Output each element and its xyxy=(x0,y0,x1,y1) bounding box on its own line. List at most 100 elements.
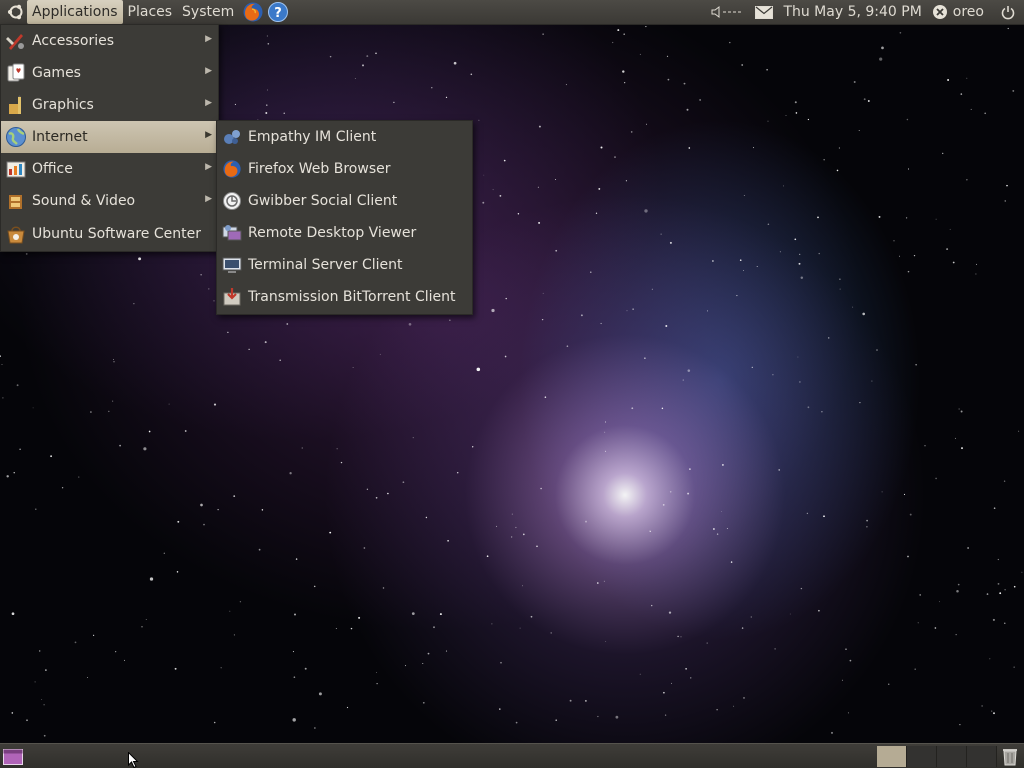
star xyxy=(666,55,669,58)
star xyxy=(544,396,547,398)
star xyxy=(739,259,742,262)
clock[interactable]: Thu May 5, 9:40 PM xyxy=(783,4,921,20)
star xyxy=(644,357,646,359)
power-icon[interactable] xyxy=(1001,5,1015,20)
star xyxy=(690,677,692,679)
user-status-icon[interactable] xyxy=(932,4,948,20)
star xyxy=(993,507,996,510)
star xyxy=(515,721,518,724)
submenu-item-terminal-server[interactable]: Terminal Server Client xyxy=(217,249,472,281)
menu-item-graphics[interactable]: Graphics ▶ xyxy=(1,89,218,121)
submenu-item-firefox[interactable]: Firefox Web Browser xyxy=(217,153,472,185)
menu-item-ubuntu-software-center[interactable]: Ubuntu Software Center xyxy=(1,217,218,251)
star xyxy=(354,78,356,80)
accessories-icon xyxy=(5,30,27,52)
star xyxy=(617,29,620,32)
firefox-launcher-icon[interactable] xyxy=(242,1,264,23)
workspace-switcher xyxy=(877,746,997,767)
workspace-2[interactable] xyxy=(907,746,937,767)
star xyxy=(595,212,598,214)
places-menu[interactable]: Places xyxy=(123,0,178,24)
menu-item-office[interactable]: Office ▶ xyxy=(1,153,218,185)
star xyxy=(743,195,745,196)
star xyxy=(966,179,968,181)
submenu-item-label: Terminal Server Client xyxy=(248,257,403,273)
star xyxy=(853,81,856,83)
star xyxy=(2,397,4,399)
username-label[interactable]: oreo xyxy=(953,4,984,20)
submenu-item-gwibber[interactable]: Gwibber Social Client xyxy=(217,185,472,217)
menu-item-accessories[interactable]: Accessories ▶ xyxy=(1,25,218,57)
star xyxy=(346,706,349,709)
star xyxy=(294,613,296,616)
star xyxy=(486,555,489,558)
star xyxy=(39,650,41,652)
star xyxy=(939,601,940,603)
star xyxy=(45,669,47,671)
star xyxy=(699,99,701,101)
applications-menu[interactable]: Applications xyxy=(27,0,123,24)
system-menu[interactable]: System xyxy=(177,0,239,24)
star xyxy=(208,288,210,290)
star xyxy=(32,407,34,409)
menu-item-games[interactable]: Games ▶ xyxy=(1,57,218,89)
star xyxy=(827,337,830,339)
star xyxy=(767,223,770,226)
submenu-item-remote-desktop[interactable]: Remote Desktop Viewer xyxy=(217,217,472,249)
star xyxy=(871,380,873,382)
submenu-item-transmission[interactable]: Transmission BitTorrent Client xyxy=(217,281,472,313)
star xyxy=(61,487,64,489)
star xyxy=(90,411,92,413)
empathy-icon xyxy=(221,126,243,148)
mail-indicator-icon[interactable] xyxy=(755,5,774,19)
star xyxy=(863,98,866,101)
star xyxy=(264,341,267,344)
workspace-3[interactable] xyxy=(937,746,967,767)
terminal-server-icon xyxy=(221,254,243,276)
star xyxy=(515,526,517,529)
star xyxy=(239,601,242,603)
star xyxy=(143,447,147,451)
star xyxy=(907,555,909,558)
ubuntu-logo-icon[interactable] xyxy=(5,1,27,23)
help-launcher-icon[interactable]: ? xyxy=(267,1,289,23)
menu-item-sound-video[interactable]: Sound & Video ▶ xyxy=(1,185,218,217)
star xyxy=(806,512,809,515)
workspace-4[interactable] xyxy=(967,746,997,767)
volume-indicator[interactable] xyxy=(711,5,745,19)
star xyxy=(375,671,378,674)
star xyxy=(43,704,45,706)
star xyxy=(899,255,900,257)
star xyxy=(379,353,381,355)
workspace-1[interactable] xyxy=(877,746,907,767)
star xyxy=(839,288,841,290)
star xyxy=(203,523,205,526)
submenu-arrow-icon: ▶ xyxy=(205,130,212,140)
star xyxy=(976,263,977,265)
star xyxy=(858,130,860,131)
star xyxy=(687,369,691,372)
star xyxy=(470,73,473,76)
star xyxy=(35,508,37,510)
show-desktop-icon[interactable] xyxy=(2,747,24,766)
trash-icon[interactable] xyxy=(999,746,1021,767)
star xyxy=(113,361,115,363)
submenu-item-empathy[interactable]: Empathy IM Client xyxy=(217,121,472,153)
submenu-item-label: Gwibber Social Client xyxy=(248,193,398,209)
star xyxy=(838,147,840,149)
system-tray: Thu May 5, 9:40 PM oreo xyxy=(706,0,1024,24)
menu-item-label: Sound & Video xyxy=(32,193,136,209)
star xyxy=(449,319,451,321)
menu-item-label: Ubuntu Software Center xyxy=(32,226,201,242)
submenu-arrow-icon: ▶ xyxy=(205,162,212,172)
menu-item-internet[interactable]: Internet ▶ xyxy=(1,121,218,153)
star xyxy=(989,658,991,660)
star xyxy=(292,718,296,722)
star xyxy=(585,520,587,523)
star xyxy=(893,240,895,242)
star xyxy=(794,238,797,241)
star xyxy=(663,691,665,694)
star xyxy=(680,636,682,638)
star xyxy=(632,308,634,310)
star xyxy=(133,303,135,305)
